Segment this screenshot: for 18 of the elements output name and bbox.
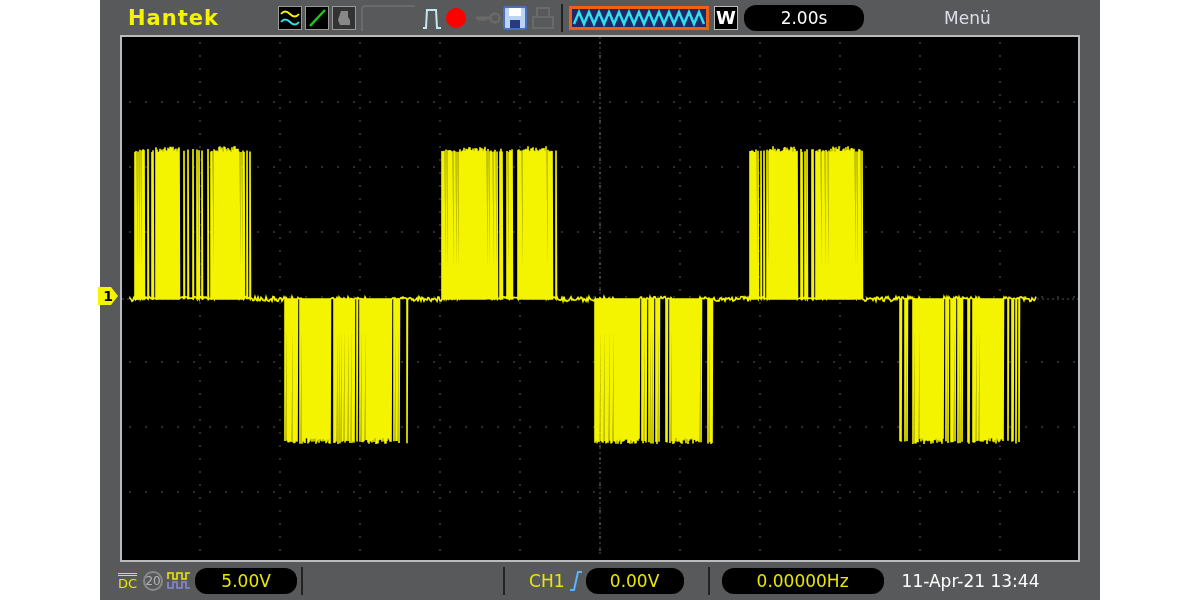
volts-per-div-readout: 5.00V bbox=[195, 568, 298, 594]
blur-icon[interactable] bbox=[332, 5, 356, 30]
channel-marker: 1 bbox=[98, 287, 118, 305]
square-wave-icon bbox=[167, 571, 192, 591]
trigger-source-label: CH1 bbox=[529, 571, 565, 591]
bandwidth-limit-label: 20 bbox=[143, 571, 164, 591]
timebase-readout: 2.00s bbox=[744, 4, 864, 31]
menu-label[interactable]: Menü bbox=[944, 7, 991, 28]
date-time-label: 11-Apr-21 13:44 bbox=[901, 571, 1040, 591]
frequency-readout: 0.00000Hz bbox=[721, 568, 884, 594]
record-dot-icon bbox=[445, 6, 467, 29]
brand-logo: Hantek bbox=[128, 5, 220, 30]
coupling-label: DC bbox=[118, 572, 138, 590]
trigger-level-readout: 0.00V bbox=[585, 568, 684, 594]
timebase-mode-label: W bbox=[714, 5, 738, 30]
waveform-overview[interactable] bbox=[569, 5, 709, 30]
rising-edge-icon bbox=[568, 570, 583, 592]
waves-icon[interactable] bbox=[278, 5, 302, 30]
